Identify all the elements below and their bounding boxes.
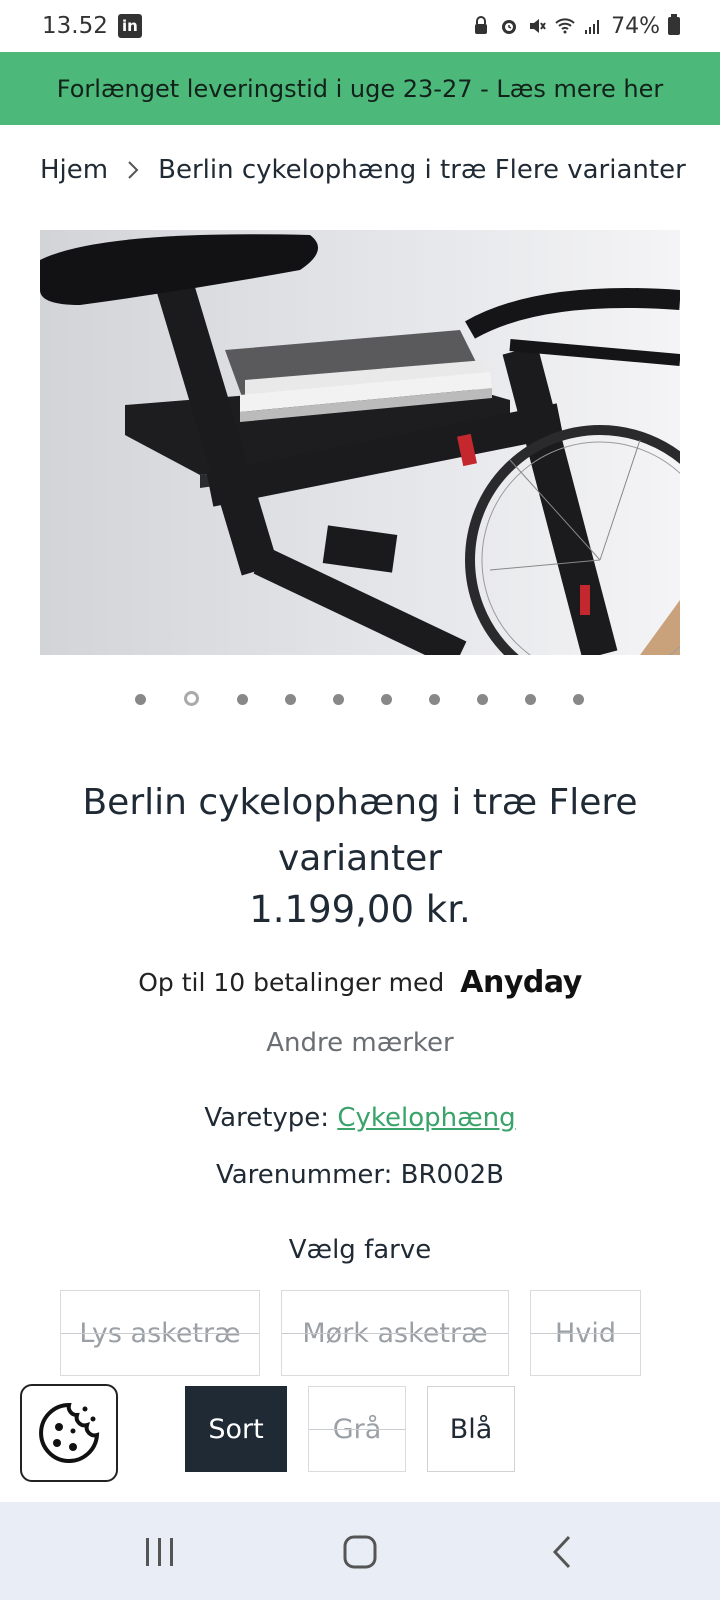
variant-label: Lys asketræ xyxy=(79,1317,241,1349)
back-icon xyxy=(552,1535,571,1569)
sku-value: BR002B xyxy=(400,1160,505,1190)
variant-hvid[interactable]: Hvid xyxy=(530,1290,641,1376)
product-image[interactable] xyxy=(40,230,680,655)
alarm-icon xyxy=(502,20,517,34)
installments-row[interactable]: Op til 10 betalinger med Anyday xyxy=(0,965,720,1000)
carousel-dot[interactable] xyxy=(237,694,248,705)
product-title: Berlin cykelophæng i træ Flere varianter xyxy=(82,782,638,879)
home-icon xyxy=(343,1535,377,1569)
back-button[interactable] xyxy=(540,1530,584,1574)
system-nav-bar xyxy=(0,1502,720,1600)
lock-icon xyxy=(475,16,488,34)
carousel-dot[interactable] xyxy=(135,694,146,705)
banner-text: Forlænget leveringstid i uge 23-27 - Læs… xyxy=(56,74,664,103)
anyday-logo: Anyday xyxy=(460,965,582,1000)
variant-bla[interactable]: Blå xyxy=(427,1386,515,1472)
status-time: 13.52 xyxy=(42,13,108,39)
variant-gra[interactable]: Grå xyxy=(308,1386,406,1472)
wifi-icon xyxy=(555,18,575,34)
product-price: 1.199,00 kr. xyxy=(249,888,471,931)
carousel-dot[interactable] xyxy=(381,694,392,705)
bike-on-shelf-illustration xyxy=(40,230,680,655)
signal-icon xyxy=(585,20,600,34)
carousel-dot[interactable] xyxy=(573,694,584,705)
variant-label: Mørk asketræ xyxy=(302,1317,488,1349)
carousel-dot[interactable] xyxy=(285,694,296,705)
carousel-dot[interactable] xyxy=(477,694,488,705)
product-type-row: Varetype: Cykelophæng xyxy=(0,1103,720,1133)
carousel-dots xyxy=(0,690,720,710)
variant-mork-asketrae[interactable]: Mørk asketræ xyxy=(281,1290,509,1376)
cookie-settings-button[interactable] xyxy=(20,1384,118,1482)
anyday-brand: Anyday xyxy=(460,965,582,1000)
battery-icon xyxy=(668,14,680,35)
carousel-dot-active[interactable] xyxy=(184,691,199,706)
battery-percent: 74% xyxy=(611,13,660,39)
delivery-banner[interactable]: Forlænget leveringstid i uge 23-27 - Læs… xyxy=(0,52,720,125)
installments-text: Op til 10 betalinger med xyxy=(138,968,445,997)
status-bar: 13.52 in 74% xyxy=(0,0,720,52)
carousel-dot[interactable] xyxy=(333,694,344,705)
color-select-label: Vælg farve xyxy=(288,1235,432,1265)
breadcrumb-current: Berlin cykelophæng i træ Flere varianter xyxy=(158,155,686,185)
breadcrumb: Hjem Berlin cykelophæng i træ Flere vari… xyxy=(40,155,690,185)
status-right: 74% xyxy=(471,14,680,39)
variant-lys-asketrae[interactable]: Lys asketræ xyxy=(60,1290,260,1376)
variant-sort[interactable]: Sort xyxy=(185,1386,287,1472)
variant-label: Hvid xyxy=(555,1317,616,1349)
chevron-right-icon xyxy=(128,161,139,179)
cookie-icon xyxy=(39,1402,100,1463)
linkedin-notification-icon: in xyxy=(117,14,142,38)
sku-label: Varenummer: xyxy=(215,1160,393,1190)
brand-link[interactable]: Andre mærker xyxy=(0,1028,720,1058)
carousel-dot[interactable] xyxy=(429,694,440,705)
home-button[interactable] xyxy=(338,1530,382,1574)
product-type-link[interactable]: Cykelophæng xyxy=(337,1103,515,1133)
status-left: 13.52 in xyxy=(42,13,142,39)
recent-apps-button[interactable] xyxy=(138,1530,182,1574)
variant-label: Sort xyxy=(208,1413,264,1445)
breadcrumb-home[interactable]: Hjem xyxy=(40,155,108,185)
recent-apps-icon xyxy=(146,1538,173,1566)
variant-label: Grå xyxy=(332,1413,382,1445)
carousel-dot[interactable] xyxy=(525,694,536,705)
variant-label: Blå xyxy=(449,1413,493,1445)
product-type-label: Varetype: xyxy=(204,1103,330,1133)
sku-row: Varenummer: BR002B xyxy=(0,1160,720,1190)
mute-icon xyxy=(530,19,546,33)
